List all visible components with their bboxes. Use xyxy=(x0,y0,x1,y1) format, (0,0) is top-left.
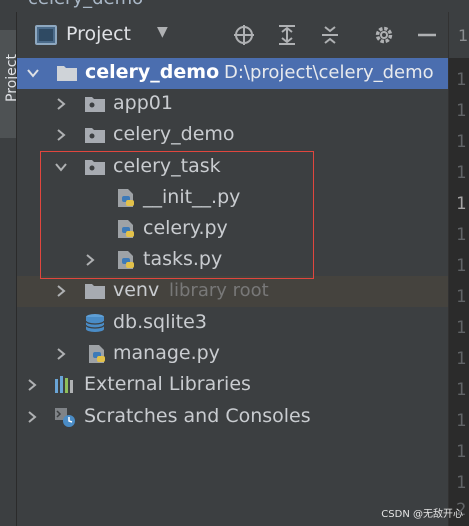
line-number: 1 xyxy=(456,411,467,431)
project-panel: Project ▼ celery_demo D:\project\celery_… xyxy=(17,12,448,526)
line-number: 1 xyxy=(456,163,467,183)
line-number: 1 xyxy=(456,256,467,276)
gutter-header: 1 xyxy=(449,12,469,58)
window-title-strip: celery_demo xyxy=(0,0,469,12)
watermark: CSDN @无敌开心 xyxy=(381,509,463,520)
root-folder-path: D:\project\celery_demo xyxy=(224,62,434,83)
scratches-label: Scratches and Consoles xyxy=(84,405,311,427)
tree-node-venv[interactable]: venv library root xyxy=(17,276,448,307)
chevron-right-icon[interactable] xyxy=(25,377,39,393)
line-number: 1 xyxy=(456,287,467,307)
panel-header: Project ▼ xyxy=(17,12,448,58)
chevron-right-icon[interactable] xyxy=(54,96,68,112)
chevron-right-icon[interactable] xyxy=(54,127,68,143)
tree-node-external-libraries[interactable]: External Libraries xyxy=(17,370,448,401)
root-folder-label: celery_demo xyxy=(85,61,220,83)
view-selector-dropdown-icon[interactable]: ▼ xyxy=(157,24,168,40)
left-tool-window-bar: Project xyxy=(0,12,20,526)
line-number: 1 xyxy=(456,132,467,152)
external-libraries-label: External Libraries xyxy=(84,373,251,395)
hide-minus-icon[interactable] xyxy=(413,20,441,50)
settings-gear-icon[interactable] xyxy=(370,20,398,50)
chevron-right-icon[interactable] xyxy=(54,346,68,362)
locate-icon[interactable] xyxy=(230,20,258,50)
editor-gutter: 1 1 1 1 1 1 1 1 1 1 1 1 1 1 1 2 xyxy=(448,12,469,526)
celery-demo-package-label: celery_demo xyxy=(113,123,235,145)
chevron-down-icon[interactable] xyxy=(26,65,40,81)
tree-node-scratches[interactable]: Scratches and Consoles xyxy=(17,402,448,433)
line-number: 1 xyxy=(456,318,467,338)
expand-all-icon[interactable] xyxy=(273,20,301,50)
folder-icon xyxy=(57,66,77,81)
package-folder-icon xyxy=(85,97,105,112)
highlight-box xyxy=(40,151,314,279)
app01-label: app01 xyxy=(113,92,173,114)
line-number: 1 xyxy=(456,70,467,90)
package-folder-icon xyxy=(85,128,105,143)
db-sqlite-label: db.sqlite3 xyxy=(113,311,207,333)
collapse-all-icon[interactable] xyxy=(316,20,344,50)
scratches-console-icon xyxy=(55,408,75,427)
folder-icon xyxy=(85,284,105,299)
manage-py-label: manage.py xyxy=(113,342,220,364)
project-view-icon xyxy=(35,25,57,45)
line-number: 1 xyxy=(456,225,467,245)
line-number: 1 xyxy=(456,101,467,121)
venv-library-root-note: library root xyxy=(169,280,269,301)
tree-node-celery-demo-package[interactable]: celery_demo xyxy=(17,120,448,151)
project-tree: celery_demo D:\project\celery_demo app01… xyxy=(17,58,448,526)
gutter-header-number: 1 xyxy=(458,26,469,45)
tree-node-root[interactable]: celery_demo D:\project\celery_demo xyxy=(17,58,448,89)
window-title: celery_demo xyxy=(28,0,143,9)
line-number: 1 xyxy=(456,442,467,462)
tree-node-manage-py[interactable]: manage.py xyxy=(17,339,448,370)
library-books-icon xyxy=(55,376,73,393)
chevron-right-icon[interactable] xyxy=(54,283,68,299)
line-number: 1 xyxy=(456,349,467,369)
venv-label: venv xyxy=(113,279,160,301)
view-selector-label[interactable]: Project xyxy=(66,23,131,45)
tree-node-db-sqlite[interactable]: db.sqlite3 xyxy=(17,308,448,339)
line-number: 1 xyxy=(456,380,467,400)
project-tool-window-tab[interactable]: Project xyxy=(0,30,20,138)
python-file-icon xyxy=(89,345,105,363)
chevron-right-icon[interactable] xyxy=(25,409,39,425)
database-icon xyxy=(85,314,105,332)
line-number: 1 xyxy=(456,473,467,493)
line-number: 1 xyxy=(456,194,467,214)
tree-node-app01[interactable]: app01 xyxy=(17,89,448,120)
